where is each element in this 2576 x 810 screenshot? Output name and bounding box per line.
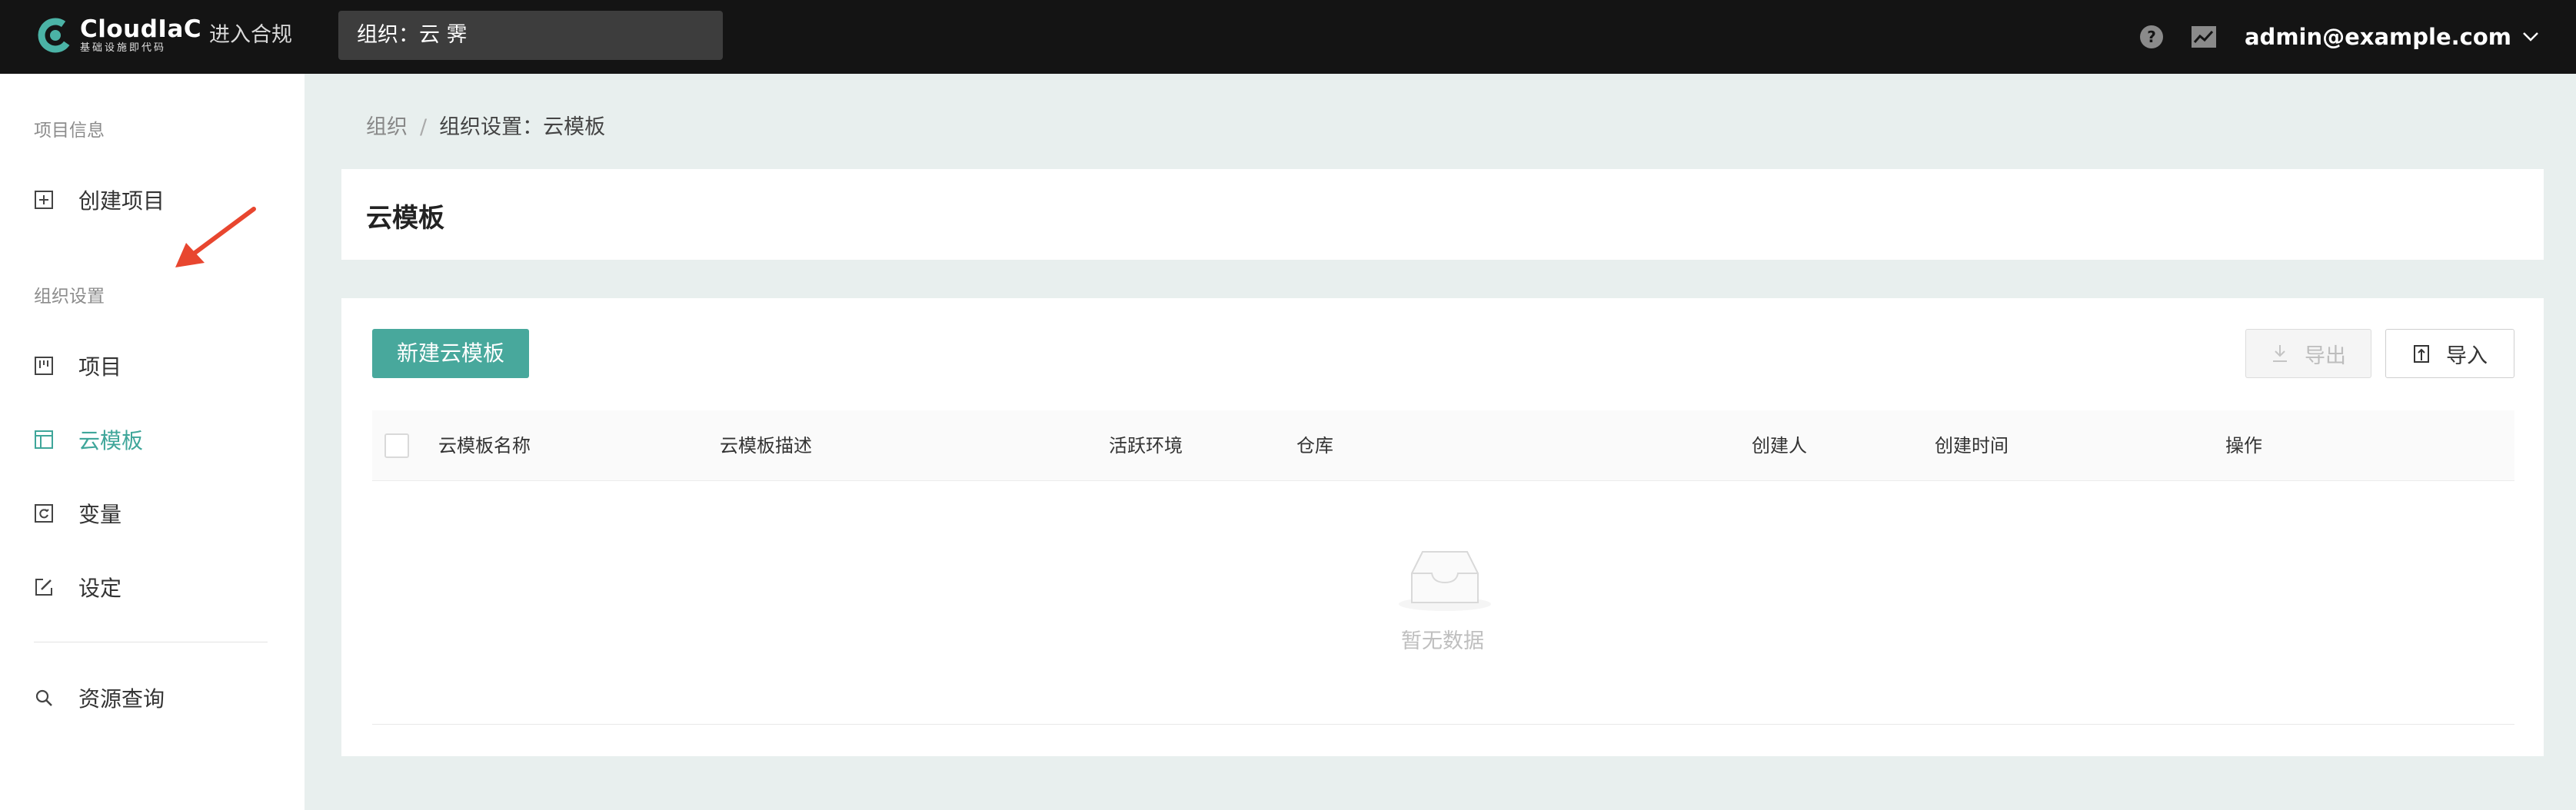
column-header-name[interactable]: 云模板名称: [438, 410, 531, 481]
column-header-creator[interactable]: 创建人: [1752, 410, 1807, 481]
export-button-label: 导出: [2305, 344, 2346, 368]
table-bottom-border: [372, 724, 2514, 725]
sidebar-item-label: 项目: [78, 354, 122, 380]
column-header-active-env[interactable]: 活跃环境: [1109, 410, 1183, 481]
sidebar-item-label: 云模板: [78, 428, 144, 453]
page-title: 云模板: [366, 203, 444, 234]
breadcrumb: 组织 / 组织设置：云模板: [366, 112, 605, 143]
export-button[interactable]: 导出: [2245, 329, 2371, 378]
sidebar-group-org-settings: 组织设置: [34, 287, 105, 307]
plus-square-icon: [35, 191, 53, 209]
sidebar-item-label: 创建项目: [78, 188, 165, 214]
logo-name: CloudIaC: [80, 15, 202, 43]
chevron-down-icon[interactable]: [2522, 32, 2539, 42]
upload-icon: [2414, 345, 2429, 363]
breadcrumb-current: 组织设置：云模板: [439, 115, 606, 139]
help-icon[interactable]: ?: [2138, 24, 2165, 50]
sidebar: 项目信息 创建项目 组织设置 项目 云模板 变量 设定 资源查询: [0, 74, 305, 810]
templates-panel: 新建云模板 导出 导入 云模板名称 云模板描述 活跃环境 仓库 创建人 创建时间…: [341, 298, 2544, 756]
new-template-button[interactable]: 新建云模板: [372, 329, 529, 378]
sidebar-item-create-project[interactable]: 创建项目: [34, 181, 165, 219]
sidebar-item-label: 变量: [78, 502, 122, 527]
sidebar-item-label: 资源查询: [78, 686, 165, 712]
breadcrumb-separator: /: [420, 115, 428, 139]
download-icon: [2273, 345, 2287, 362]
import-button[interactable]: 导入: [2385, 329, 2514, 378]
empty-state-text: 暂无数据: [1401, 629, 1484, 653]
column-header-repo[interactable]: 仓库: [1296, 410, 1333, 481]
select-all-checkbox[interactable]: [384, 433, 409, 458]
svg-text:?: ?: [2147, 28, 2156, 46]
sidebar-item-variables[interactable]: 变量: [34, 494, 121, 533]
project-board-icon: [35, 357, 53, 375]
annotation-arrow-icon: [175, 207, 256, 267]
column-header-created-time[interactable]: 创建时间: [1935, 410, 2009, 481]
monitor-chart-icon[interactable]: [2191, 25, 2217, 48]
search-icon: [35, 689, 52, 706]
sidebar-group-project-info: 项目信息: [34, 121, 105, 141]
column-header-description[interactable]: 云模板描述: [720, 410, 812, 481]
table-header: 云模板名称 云模板描述 活跃环境 仓库 创建人 创建时间 操作: [372, 410, 2514, 481]
column-header-actions: 操作: [2225, 435, 2262, 456]
sidebar-item-settings[interactable]: 设定: [34, 568, 121, 606]
compliance-link[interactable]: 进入合规: [209, 20, 292, 51]
cloudiac-logo-icon: [38, 18, 73, 53]
sidebar-item-resource-search[interactable]: 资源查询: [34, 679, 165, 717]
org-selector[interactable]: 组织：云 霁: [338, 11, 723, 60]
empty-inbox-icon: [1399, 551, 1491, 611]
template-icon: [35, 430, 53, 449]
import-button-label: 导入: [2446, 344, 2488, 368]
edit-icon: [35, 579, 52, 596]
sidebar-item-label: 设定: [78, 576, 122, 601]
sidebar-item-cloud-templates[interactable]: 云模板: [34, 420, 143, 459]
logo-subtitle: 基础设施即代码: [80, 42, 167, 54]
user-menu[interactable]: admin@example.com: [2245, 24, 2511, 50]
logo[interactable]: CloudIaC 基础设施即代码: [35, 15, 201, 55]
title-card: 云模板: [341, 169, 2544, 260]
sidebar-item-projects[interactable]: 项目: [34, 347, 121, 385]
variable-icon: [35, 504, 53, 523]
breadcrumb-root[interactable]: 组织: [366, 115, 408, 139]
top-navbar: CloudIaC 基础设施即代码 进入合规 组织：云 霁 ? admin@exa…: [0, 0, 2576, 74]
